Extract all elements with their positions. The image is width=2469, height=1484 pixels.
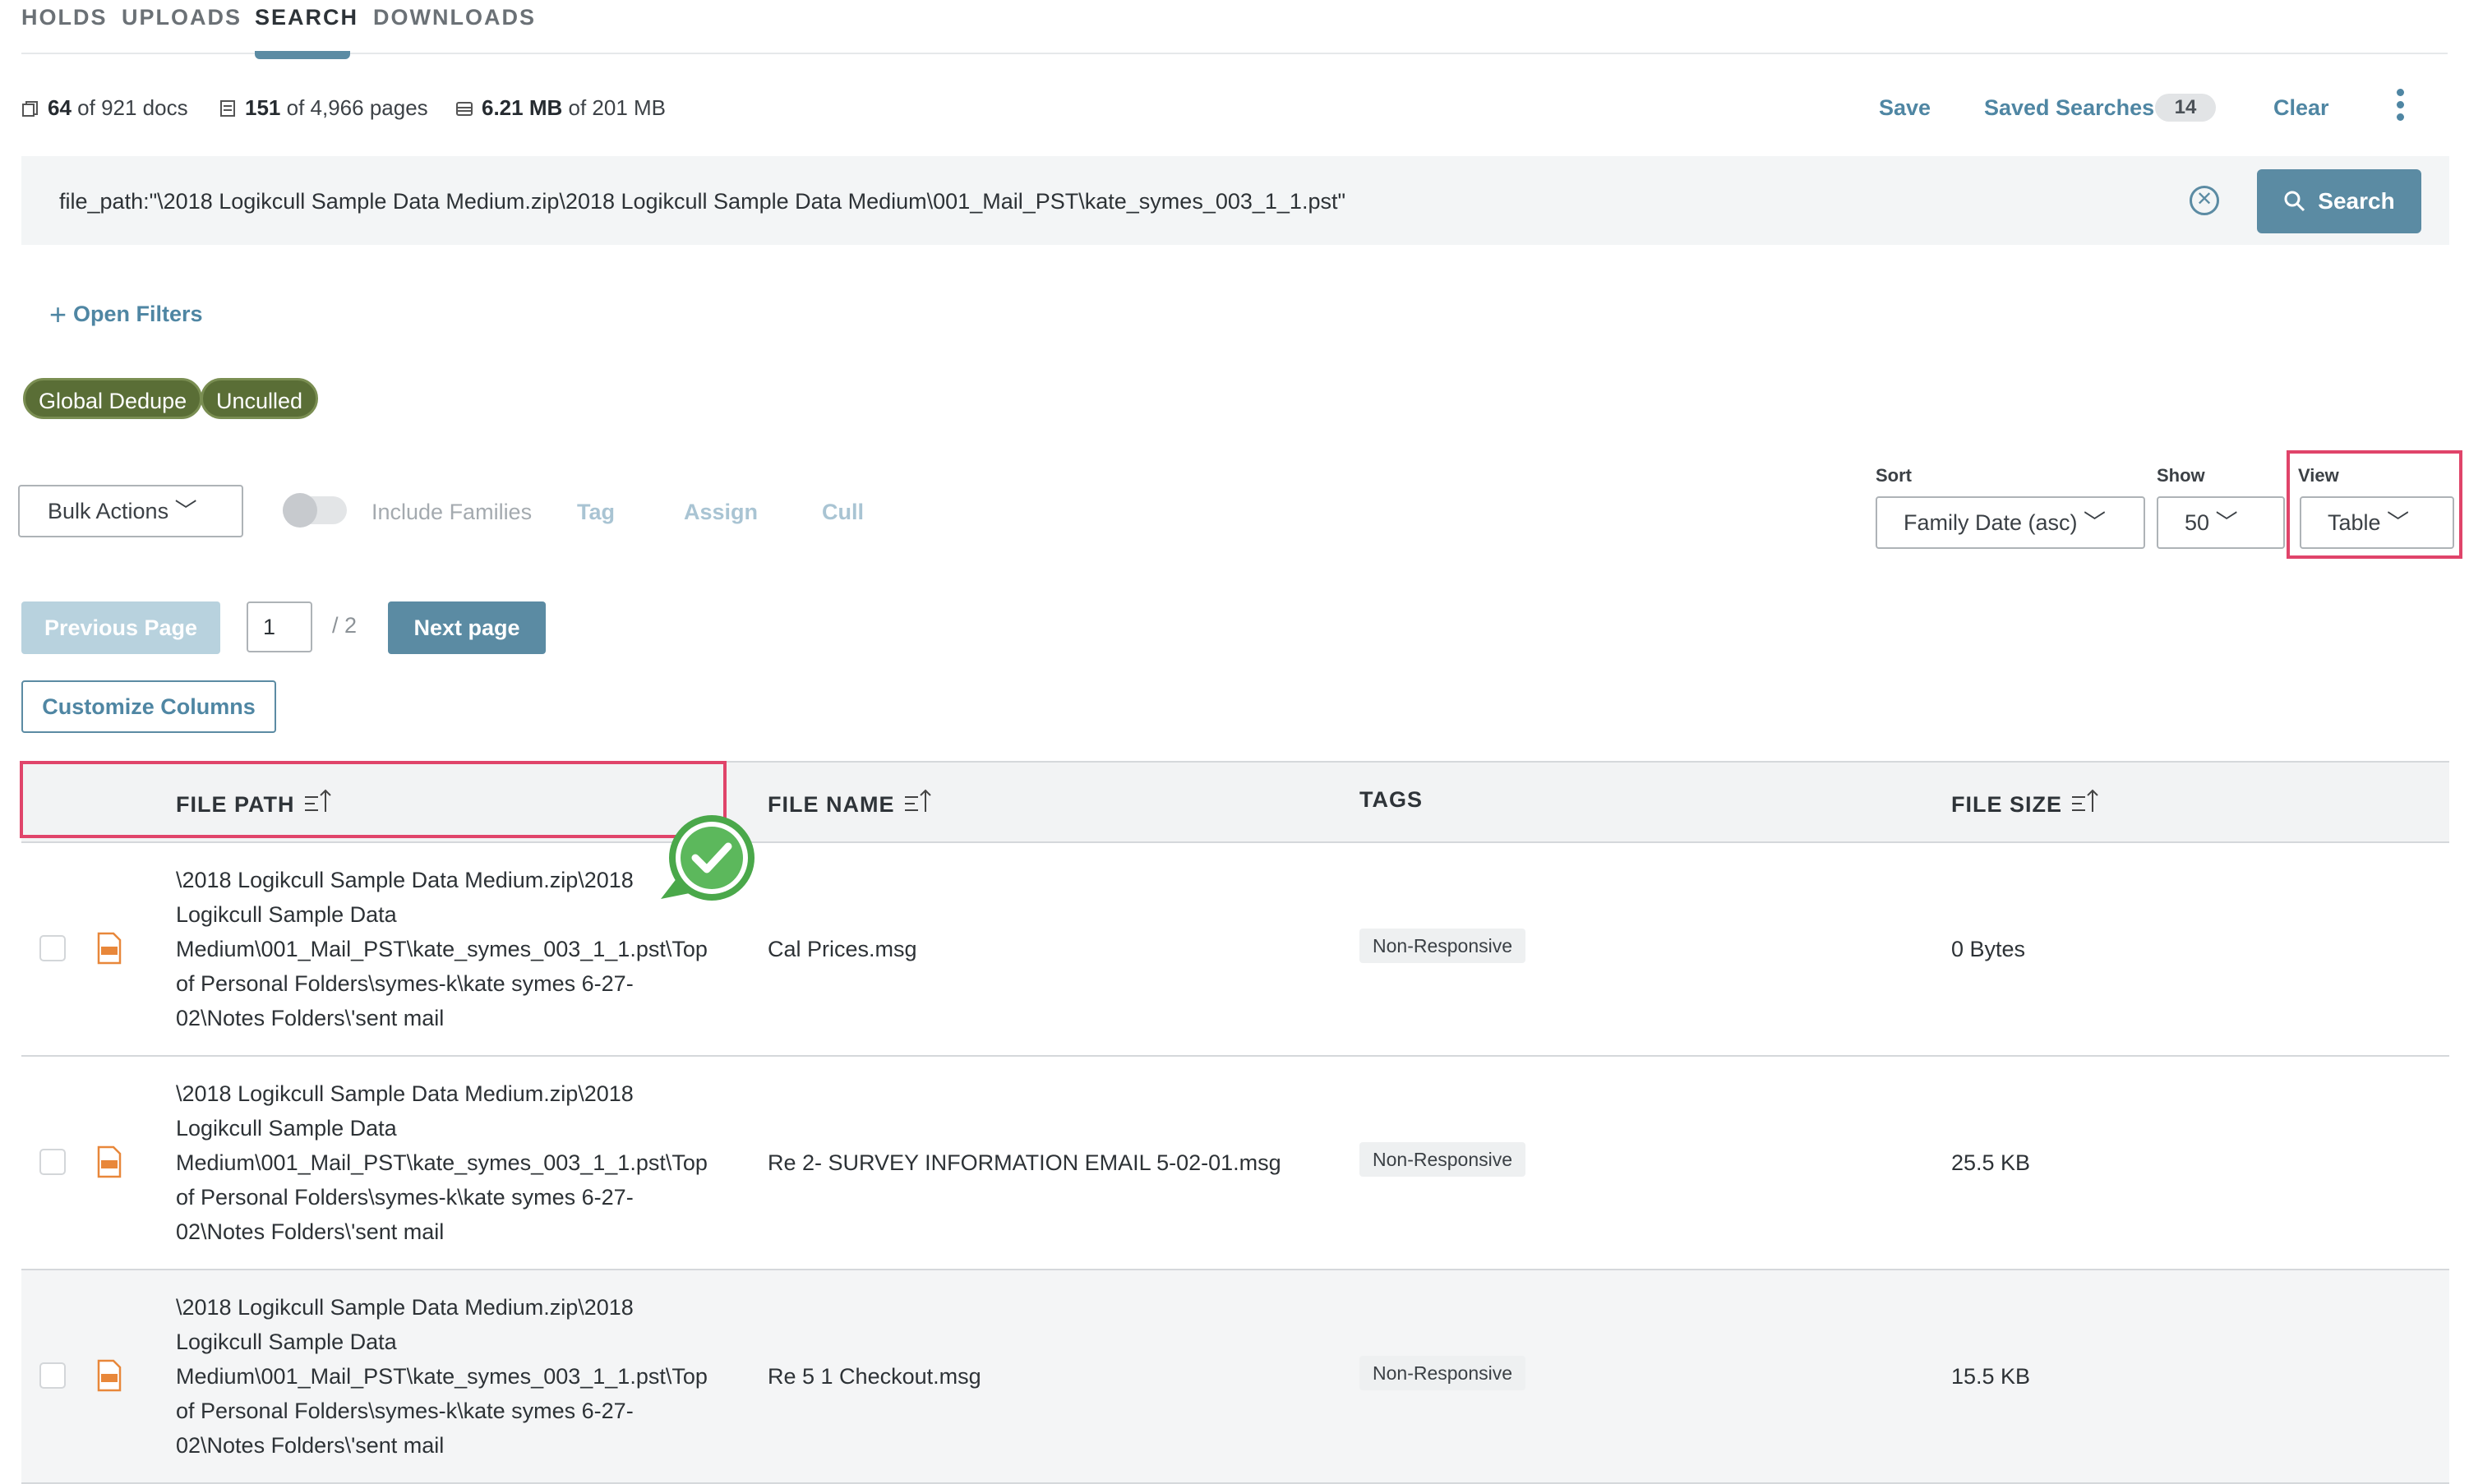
search-input[interactable]: file_path:"\2018 Logikcull Sample Data M… [59, 189, 1345, 214]
more-options-icon[interactable] [2393, 89, 2407, 125]
file-path-cell: \2018 Logikcull Sample Data Medium.zip\2… [176, 1290, 743, 1463]
file-path-cell: \2018 Logikcull Sample Data Medium.zip\2… [176, 1076, 743, 1249]
size-stat: 6.21 MB of 201 MB [455, 95, 666, 121]
email-file-icon [97, 932, 122, 965]
checkmark-callout-icon [661, 815, 755, 901]
search-button-label: Search [2318, 188, 2395, 214]
pages-count: 151 [245, 95, 281, 120]
size-count: 6.21 MB [482, 95, 563, 120]
column-header-file-name[interactable]: FILE NAME [768, 787, 933, 818]
file-name-cell[interactable]: Re 2- SURVEY INFORMATION EMAIL 5-02-01.m… [768, 1150, 1281, 1176]
toggle-knob [283, 493, 317, 528]
sort-icon[interactable] [903, 787, 933, 817]
file-name-cell[interactable]: Cal Prices.msg [768, 937, 917, 962]
show-dropdown[interactable]: 50 ﹀ [2157, 496, 2285, 549]
tag-chip: Non-Responsive [1359, 929, 1526, 963]
include-families-label: Include Families [372, 500, 533, 524]
tag-button[interactable]: Tag [577, 500, 615, 525]
tag-chip: Non-Responsive [1359, 1356, 1526, 1390]
save-button[interactable]: Save [1879, 95, 1931, 121]
sort-value: Family Date (asc) [1904, 510, 2078, 535]
chevron-down-icon: ﹀ [2084, 510, 2107, 535]
file-path-line: Logikcull Sample Data [176, 1116, 397, 1141]
file-path-line: of Personal Folders\symes-k\kate symes 6… [176, 1399, 634, 1423]
file-size-cell: 15.5 KB [1951, 1364, 2031, 1389]
size-total: of 201 MB [568, 95, 667, 120]
open-filters-button[interactable]: + Open Filters [49, 297, 203, 332]
open-filters-label: Open Filters [73, 302, 203, 326]
bulk-actions-label: Bulk Actions [48, 499, 169, 523]
filter-pill-unculled[interactable]: Unculled [201, 378, 319, 419]
file-path-line: Medium\001_Mail_PST\kate_symes_003_1_1.p… [176, 1364, 708, 1389]
previous-page-button[interactable]: Previous Page [21, 601, 220, 654]
file-path-line: 02\Notes Folders\'sent mail [176, 1006, 445, 1030]
file-path-line: of Personal Folders\symes-k\kate symes 6… [176, 1185, 634, 1210]
page-number-input[interactable]: 1 [247, 601, 312, 652]
file-size-cell: 0 Bytes [1951, 937, 2026, 961]
tag-chip: Non-Responsive [1359, 1142, 1526, 1177]
file-path-line: \2018 Logikcull Sample Data Medium.zip\2… [176, 1081, 634, 1106]
sort-dropdown[interactable]: Family Date (asc) ﹀ [1876, 496, 2145, 549]
tabs-divider [21, 53, 2448, 54]
saved-searches-button[interactable]: Saved Searches [1984, 95, 2154, 121]
bulk-actions-dropdown[interactable]: Bulk Actions ﹀ [18, 485, 243, 537]
file-name-cell[interactable]: Re 5 1 Checkout.msg [768, 1364, 981, 1390]
file-path-line: 02\Notes Folders\'sent mail [176, 1433, 445, 1458]
file-path-line: Logikcull Sample Data [176, 1330, 397, 1354]
assign-button[interactable]: Assign [684, 500, 758, 525]
customize-columns-button[interactable]: Customize Columns [21, 680, 276, 733]
file-name-header-label: FILE NAME [768, 792, 895, 817]
tab-holds[interactable]: HOLDS [21, 5, 108, 30]
filter-pill-global-dedupe[interactable]: Global Dedupe [23, 378, 203, 419]
page-icon [220, 99, 235, 117]
file-path-line: Medium\001_Mail_PST\kate_symes_003_1_1.p… [176, 1150, 708, 1175]
clear-button[interactable]: Clear [2273, 95, 2329, 121]
plus-icon: + [49, 297, 67, 331]
documents-icon [22, 100, 38, 117]
clear-query-icon[interactable]: ✕ [2190, 186, 2219, 215]
row-checkbox[interactable] [39, 1149, 66, 1175]
show-value: 50 [2185, 510, 2210, 535]
column-header-file-size[interactable]: FILE SIZE [1951, 787, 2100, 818]
chevron-down-icon: ﹀ [174, 499, 197, 523]
row-checkbox[interactable] [39, 935, 66, 961]
sort-icon[interactable] [2070, 787, 2100, 817]
docs-stat: 64 of 921 docs [21, 95, 188, 121]
tab-search[interactable]: SEARCH [255, 5, 358, 30]
cull-button[interactable]: Cull [822, 500, 864, 525]
docs-count: 64 [48, 95, 72, 120]
view-highlight-box [2287, 450, 2462, 559]
file-size-cell: 25.5 KB [1951, 1150, 2031, 1175]
active-tab-indicator [255, 51, 350, 59]
email-file-icon [97, 1145, 122, 1178]
chevron-down-icon: ﹀ [2215, 510, 2238, 535]
tab-downloads[interactable]: DOWNLOADS [373, 5, 536, 30]
show-label: Show [2157, 465, 2205, 486]
file-size-header-label: FILE SIZE [1951, 792, 2063, 817]
column-header-tags: TAGS [1359, 787, 1423, 812]
storage-icon [456, 101, 473, 116]
pages-total: of 4,966 pages [286, 95, 428, 120]
file-path-highlight-box [20, 761, 727, 838]
file-path-line: of Personal Folders\symes-k\kate symes 6… [176, 971, 634, 996]
row-checkbox[interactable] [39, 1362, 66, 1389]
search-icon [2284, 191, 2305, 212]
next-page-button[interactable]: Next page [388, 601, 546, 654]
saved-searches-count: 14 [2155, 94, 2216, 122]
file-path-line: Medium\001_Mail_PST\kate_symes_003_1_1.p… [176, 937, 708, 961]
search-button[interactable]: Search [2257, 169, 2421, 233]
tab-uploads[interactable]: UPLOADS [122, 5, 242, 30]
file-path-line: \2018 Logikcull Sample Data Medium.zip\2… [176, 1295, 634, 1320]
sort-label: Sort [1876, 465, 1912, 486]
pages-stat: 151 of 4,966 pages [219, 95, 428, 121]
page-total: / 2 [332, 613, 358, 638]
docs-total: of 921 docs [77, 95, 188, 120]
email-file-icon [97, 1359, 122, 1392]
file-path-line: 02\Notes Folders\'sent mail [176, 1219, 445, 1244]
